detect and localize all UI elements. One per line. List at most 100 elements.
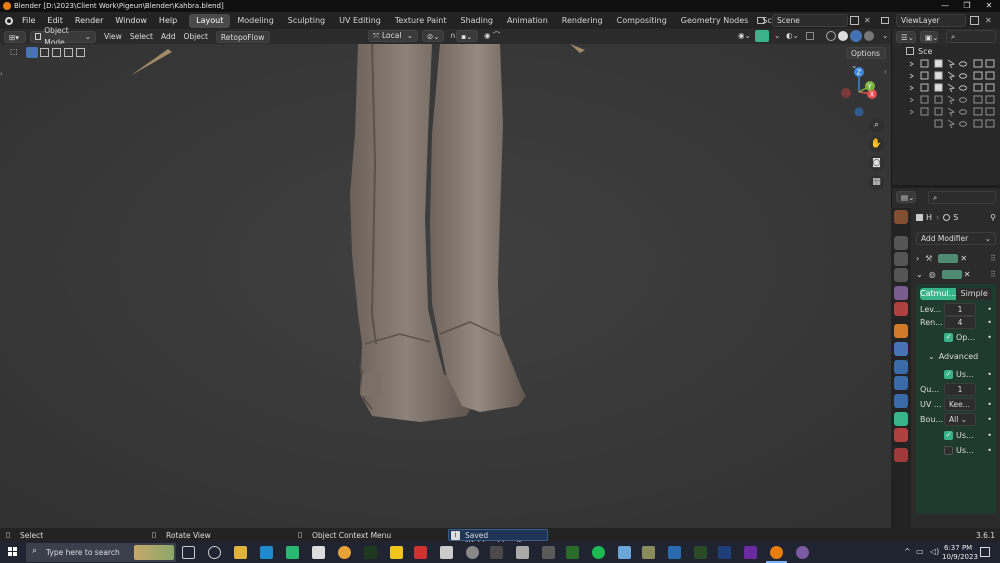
use-custom-normals-checkbox[interactable] (944, 445, 953, 455)
advanced-subpanel-header[interactable]: ⌄ Advanced (928, 350, 996, 362)
select-mode-extend-icon[interactable] (40, 48, 49, 57)
pivot-point-icon[interactable]: ⊘⌄ (422, 30, 444, 42)
app-icon[interactable] (796, 546, 809, 559)
modifier-remove-icon[interactable]: ✕ (964, 270, 971, 279)
keyframe-dot-icon[interactable]: • (987, 415, 992, 424)
material-tab-icon[interactable] (894, 428, 908, 442)
transform-orientation-selector[interactable]: ⤧ Local ⌄ (368, 30, 418, 42)
viewlayer-selector[interactable]: ViewLayer (896, 14, 966, 27)
add-modifier-button[interactable]: Add Modifier ⌄ (916, 232, 996, 245)
xray-icon[interactable] (806, 32, 814, 40)
drag-handle-icon[interactable]: ⠿ (990, 254, 996, 263)
render-tab-icon[interactable] (894, 236, 908, 250)
app-icon[interactable] (440, 546, 453, 559)
editor-type-icon[interactable]: ⊞▾ (4, 30, 26, 43)
select-mode-subtract-icon[interactable] (52, 48, 61, 57)
minimize-button[interactable]: — (934, 0, 956, 12)
expand-icon[interactable]: › (916, 254, 919, 263)
scene-icon[interactable] (754, 14, 768, 27)
camera-view-icon[interactable]: ◙ (869, 156, 884, 171)
display-mode-icon[interactable]: ▣⌄ (920, 30, 938, 43)
select-mode-intersect-icon[interactable] (76, 48, 85, 57)
menu-object[interactable]: Object (179, 31, 211, 43)
physics-tab-icon[interactable] (894, 376, 908, 390)
options-button[interactable]: Options ⌄ (846, 47, 886, 70)
render-levels-input[interactable]: 4 (944, 315, 976, 329)
app-icon[interactable] (286, 546, 299, 559)
navigation-gizmo[interactable]: Z Y X (834, 64, 884, 116)
tab-layout[interactable]: Layout (189, 14, 231, 28)
modifier-tab-icon[interactable] (894, 342, 908, 356)
tool-tab-icon[interactable] (894, 210, 908, 224)
blender-menu-icon[interactable] (0, 12, 16, 29)
menu-window[interactable]: Window (109, 12, 153, 29)
clock-time[interactable]: 6:37 PM (944, 544, 972, 552)
menu-file[interactable]: File (16, 12, 41, 29)
volume-icon[interactable]: ◁) (930, 547, 939, 556)
menu-view[interactable]: View (100, 31, 126, 43)
tab-uv-editing[interactable]: UV Editing (332, 14, 388, 28)
app-icon[interactable] (642, 546, 655, 559)
constraints-tab-icon[interactable] (894, 394, 908, 408)
browser-icon[interactable] (208, 546, 221, 559)
rendered-shading-icon[interactable] (864, 31, 874, 41)
texture-tab-icon[interactable] (894, 448, 908, 462)
menu-select[interactable]: Select (126, 31, 157, 43)
tray-chevron-icon[interactable]: ^ (904, 547, 911, 556)
keyframe-dot-icon[interactable]: • (987, 318, 992, 327)
solid-shading-icon[interactable] (838, 31, 848, 41)
marvelous-designer-icon[interactable] (694, 546, 707, 559)
sidebar-expand-icon[interactable]: ‹ (884, 68, 887, 76)
taskbar-search-box[interactable]: ⌕ Type here to search (26, 543, 176, 562)
tab-texture-paint[interactable]: Texture Paint (388, 14, 454, 28)
app-icon[interactable] (542, 546, 555, 559)
app-icon[interactable] (312, 546, 325, 559)
scene-selector[interactable]: Scene (772, 14, 848, 27)
app-icon[interactable] (618, 546, 631, 559)
saved-report[interactable]: i Saved "Kahbra.blend" (448, 529, 548, 549)
simple-button[interactable]: Simple (956, 288, 992, 300)
data-tab-icon[interactable] (894, 412, 908, 426)
proportional-edit-icon[interactable]: ◉ ⌒ (480, 30, 508, 42)
app-icon[interactable] (490, 546, 503, 559)
substance-icon[interactable] (566, 546, 579, 559)
new-scene-icon[interactable] (850, 16, 859, 25)
shading-dropdown-icon[interactable]: ⌄ (878, 30, 888, 42)
properties-editor-icon[interactable]: ▤⌄ (896, 191, 916, 203)
maximize-button[interactable]: ❐ (956, 0, 978, 12)
pan-hand-icon[interactable]: ✋ (869, 137, 884, 152)
tab-modeling[interactable]: Modeling (230, 14, 280, 28)
view-layer-tab-icon[interactable] (894, 268, 908, 282)
delete-scene-icon[interactable]: ✕ (864, 16, 872, 25)
wireframe-shading-icon[interactable] (826, 31, 836, 41)
clock-date[interactable]: 10/9/2023 (942, 553, 978, 561)
visibility-icon[interactable]: ◉⌄ (734, 30, 752, 42)
uv-smooth-select[interactable]: Kee... (944, 397, 976, 411)
new-viewlayer-icon[interactable] (970, 16, 979, 25)
close-button[interactable]: ✕ (978, 0, 1000, 12)
optimal-display-checkbox[interactable]: ✓ (944, 332, 953, 342)
keyframe-dot-icon[interactable]: • (987, 305, 992, 314)
app-icon[interactable] (516, 546, 529, 559)
gizmo-toggle-icon[interactable] (755, 30, 769, 42)
collapse-icon[interactable]: ⌄ (916, 270, 923, 279)
3d-viewport[interactable]: ⬚ › Options ⌄ ‹ Z Y X ⌕ ✋ ◙ ▦ (0, 44, 891, 528)
overlay-icon[interactable]: ◐⌄ (782, 30, 800, 42)
keyframe-dot-icon[interactable]: • (987, 400, 992, 409)
app-icon[interactable] (466, 546, 479, 559)
output-tab-icon[interactable] (894, 252, 908, 266)
quality-input[interactable]: 1 (944, 382, 976, 396)
use-limit-checkbox[interactable]: ✓ (944, 369, 953, 379)
tab-sculpting[interactable]: Sculpting (281, 14, 332, 28)
tab-animation[interactable]: Animation (500, 14, 555, 28)
catmull-clark-button[interactable]: Catmul... (920, 288, 957, 300)
perspective-grid-icon[interactable]: ▦ (869, 175, 884, 190)
sticky-notes-icon[interactable] (390, 546, 403, 559)
keyframe-dot-icon[interactable]: • (987, 370, 992, 379)
modifier-1-header[interactable]: › ⚒ ✕ ⠿ (916, 252, 996, 264)
keyframe-dot-icon[interactable]: • (987, 431, 992, 440)
app-icon[interactable] (668, 546, 681, 559)
chrome-icon[interactable] (338, 546, 351, 559)
select-tool-icon[interactable]: ⬚ (10, 47, 18, 56)
windows-start-icon[interactable] (8, 547, 18, 557)
